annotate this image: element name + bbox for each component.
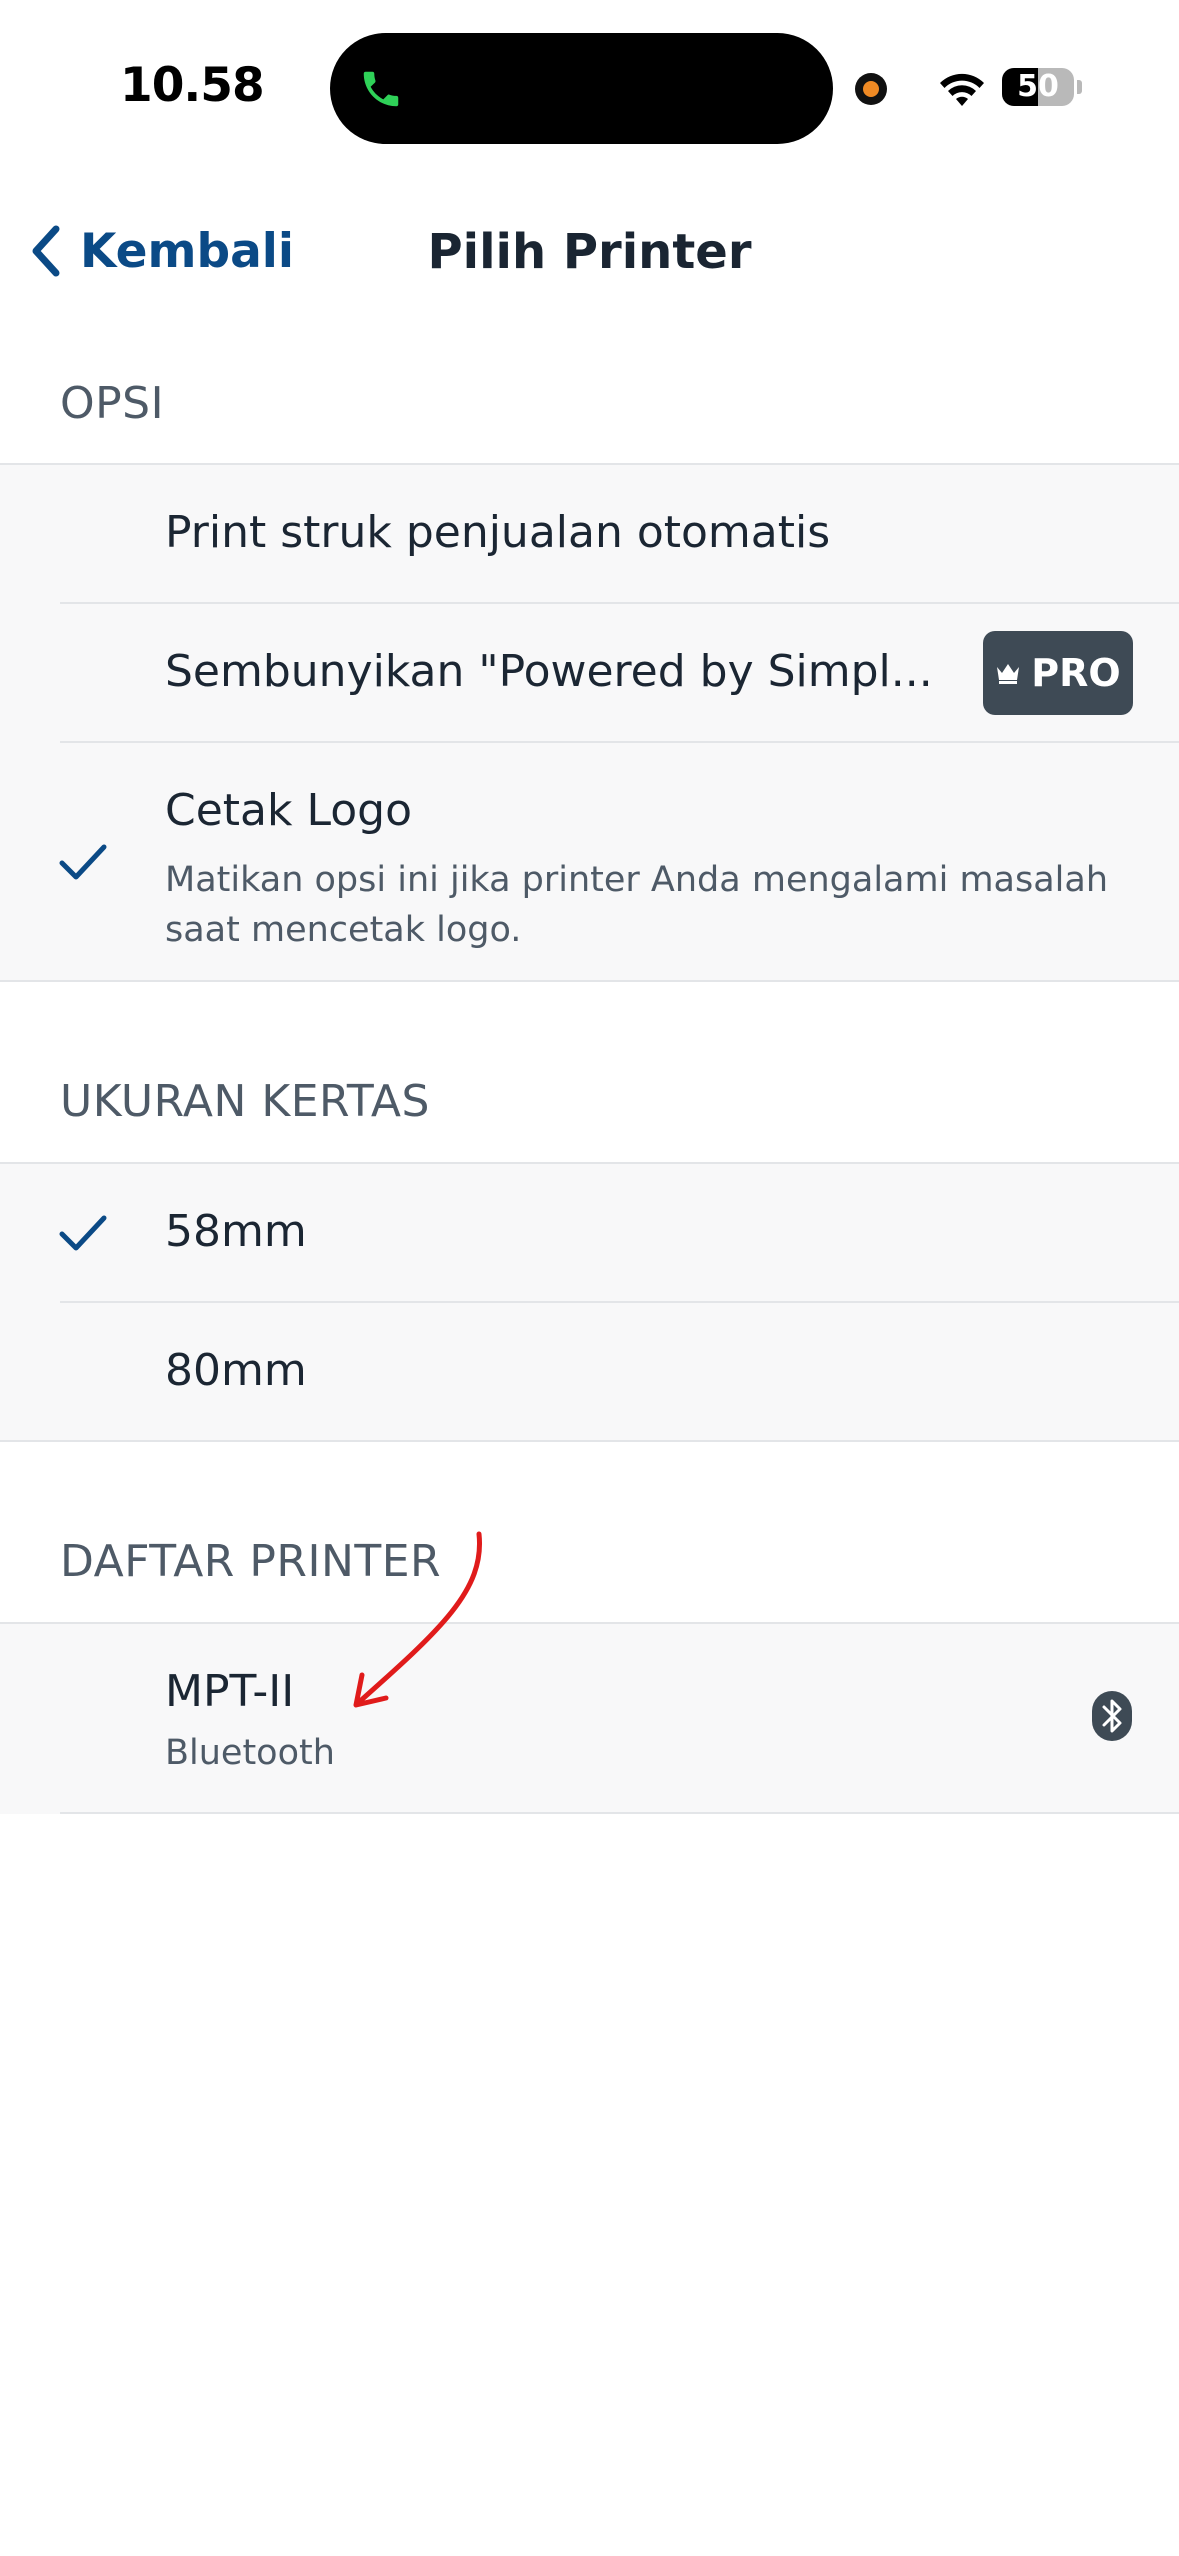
section-header-paper-size: UKURAN KERTAS (60, 1076, 430, 1127)
option-print-logo[interactable]: Cetak Logo Matikan opsi ini jika printer… (0, 743, 1179, 982)
checkmark-icon (59, 844, 107, 880)
description-line-1: Matikan opsi ini jika printer Anda menga… (165, 860, 1109, 900)
paper-size-group: 58mm 80mm (0, 1162, 1179, 1442)
status-bar: 10.58 50 (0, 0, 1179, 150)
battery-level: 50 (1017, 69, 1059, 104)
option-auto-print[interactable]: Print struk penjualan otomatis (0, 465, 1179, 604)
description-line-2: saat mencetak logo. (165, 910, 522, 950)
recording-dot-icon (855, 73, 887, 105)
printer-name: MPT-II (165, 1666, 295, 1717)
option-print-logo-label: Cetak Logo (165, 785, 412, 836)
nav-bar: Kembali Pilih Printer (0, 190, 1179, 310)
option-auto-print-label: Print struk penjualan otomatis (165, 507, 831, 558)
battery-cap (1077, 80, 1082, 94)
empty-content-area (0, 1815, 1179, 2556)
bluetooth-icon (1092, 1691, 1132, 1741)
battery-icon: 50 (1002, 68, 1074, 106)
section-header-options: OPSI (60, 378, 165, 429)
printer-list-group: MPT-II Bluetooth (0, 1622, 1179, 1814)
paper-size-80mm[interactable]: 80mm (0, 1303, 1179, 1442)
crown-icon (997, 664, 1020, 684)
pro-badge[interactable]: PRO (983, 631, 1133, 715)
dynamic-island[interactable] (330, 33, 833, 144)
paper-size-80mm-label: 80mm (165, 1345, 307, 1396)
option-hide-powered-by-label: Sembunyikan "Powered by Simpl... (165, 646, 933, 697)
paper-size-58mm-label: 58mm (165, 1206, 307, 1257)
annotation-arrow-icon (353, 1531, 483, 1708)
row-divider (60, 1812, 1179, 1814)
paper-size-58mm[interactable]: 58mm (0, 1164, 1179, 1303)
options-group: Print struk penjualan otomatis Sembunyik… (0, 463, 1179, 982)
wifi-icon (940, 73, 984, 106)
checkmark-icon (59, 1215, 107, 1251)
pro-badge-label: PRO (1031, 651, 1121, 695)
option-hide-powered-by[interactable]: Sembunyikan "Powered by Simpl... PRO (0, 604, 1179, 743)
printer-connection-type: Bluetooth (165, 1733, 335, 1773)
printer-item[interactable]: MPT-II Bluetooth (0, 1624, 1179, 1814)
status-time: 10.58 (120, 58, 265, 113)
page-title: Pilih Printer (427, 224, 752, 280)
phone-icon (363, 71, 399, 107)
option-print-logo-description: Matikan opsi ini jika printer Anda menga… (165, 855, 1108, 955)
